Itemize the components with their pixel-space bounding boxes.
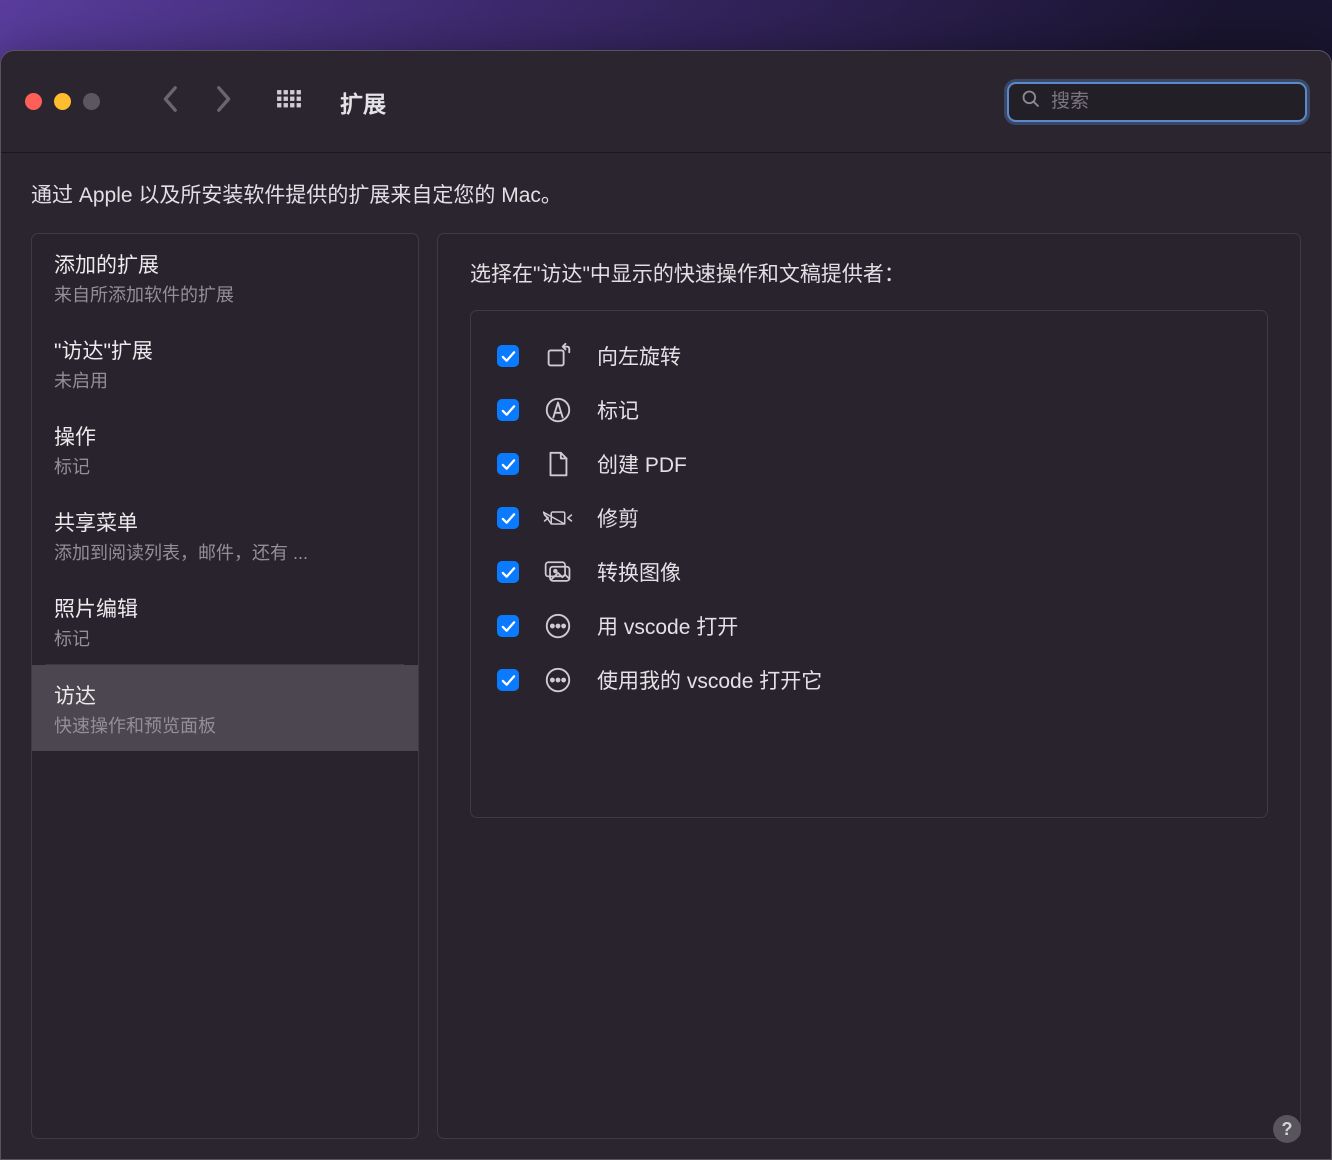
sidebar-item-title: "访达"扩展 (54, 335, 396, 365)
all-prefs-icon[interactable] (276, 89, 302, 115)
titlebar: 扩展 (1, 51, 1331, 153)
main-heading: 选择在"访达"中显示的快速操作和文稿提供者： (470, 258, 1268, 288)
checkbox[interactable] (497, 669, 519, 691)
checkbox[interactable] (497, 615, 519, 637)
help-button[interactable]: ? (1273, 1115, 1301, 1143)
checkbox[interactable] (497, 453, 519, 475)
minimize-button[interactable] (54, 93, 71, 110)
back-button[interactable] (160, 85, 182, 118)
sidebar-item-subtitle: 来自所添加软件的扩展 (54, 281, 396, 307)
sidebar-item-share-menu[interactable]: 共享菜单 添加到阅读列表，邮件，还有 ... (32, 492, 418, 578)
item-label: 标记 (597, 395, 639, 425)
sidebar-item-subtitle: 标记 (54, 625, 396, 651)
list-item: 标记 (497, 383, 1241, 437)
sidebar: 添加的扩展 来自所添加软件的扩展 "访达"扩展 未启用 操作 标记 共享菜单 添… (31, 233, 419, 1139)
list-item: 创建 PDF (497, 437, 1241, 491)
checkbox[interactable] (497, 507, 519, 529)
item-label: 创建 PDF (597, 449, 687, 479)
list-item: 向左旋转 (497, 329, 1241, 383)
window-title: 扩展 (340, 85, 386, 119)
preferences-window: 扩展 通过 Apple 以及所安装软件提供的扩展来自定您的 Mac。 添加的扩展… (0, 50, 1332, 1160)
sidebar-item-added-extensions[interactable]: 添加的扩展 来自所添加软件的扩展 (32, 234, 418, 320)
sidebar-item-subtitle: 标记 (54, 453, 396, 479)
list-item: 使用我的 vscode 打开它 (497, 653, 1241, 707)
sidebar-item-finder-extensions[interactable]: "访达"扩展 未启用 (32, 320, 418, 406)
images-icon (541, 557, 575, 587)
sidebar-item-subtitle: 快速操作和预览面板 (54, 712, 396, 738)
sidebar-item-title: 照片编辑 (54, 593, 396, 623)
list-item: 用 vscode 打开 (497, 599, 1241, 653)
forward-button[interactable] (212, 85, 234, 118)
sidebar-item-photo-editing[interactable]: 照片编辑 标记 (32, 578, 418, 664)
nav-arrows (160, 85, 234, 118)
ellipsis-circle-icon (541, 665, 575, 695)
maximize-button[interactable] (83, 93, 100, 110)
rotate-left-icon (541, 341, 575, 371)
search-input[interactable] (1051, 91, 1296, 113)
checkbox[interactable] (497, 561, 519, 583)
sidebar-item-title: 添加的扩展 (54, 249, 396, 279)
list-item: 修剪 (497, 491, 1241, 545)
sidebar-item-subtitle: 未启用 (54, 367, 396, 393)
sidebar-item-finder[interactable]: 访达 快速操作和预览面板 (32, 665, 418, 751)
sidebar-item-title: 访达 (54, 680, 396, 710)
item-label: 用 vscode 打开 (597, 611, 738, 641)
item-label: 向左旋转 (597, 341, 681, 371)
close-button[interactable] (25, 93, 42, 110)
sidebar-item-subtitle: 添加到阅读列表，邮件，还有 ... (54, 539, 396, 565)
item-label: 转换图像 (597, 557, 681, 587)
document-icon (541, 449, 575, 479)
description: 通过 Apple 以及所安装软件提供的扩展来自定您的 Mac。 (31, 179, 1301, 209)
content: 通过 Apple 以及所安装软件提供的扩展来自定您的 Mac。 添加的扩展 来自… (1, 153, 1331, 1159)
sidebar-item-title: 共享菜单 (54, 507, 396, 537)
traffic-lights (25, 93, 100, 110)
trim-icon (541, 503, 575, 533)
checkbox[interactable] (497, 399, 519, 421)
search-icon (1021, 89, 1041, 114)
sidebar-item-actions[interactable]: 操作 标记 (32, 406, 418, 492)
ellipsis-circle-icon (541, 611, 575, 641)
sidebar-item-title: 操作 (54, 421, 396, 451)
main-panel: 选择在"访达"中显示的快速操作和文稿提供者： 向左旋转 (437, 233, 1301, 1139)
checkbox[interactable] (497, 345, 519, 367)
item-label: 使用我的 vscode 打开它 (597, 665, 822, 695)
item-label: 修剪 (597, 503, 639, 533)
search-field[interactable] (1007, 82, 1307, 122)
checklist: 向左旋转 标记 (470, 310, 1268, 818)
list-item: 转换图像 (497, 545, 1241, 599)
markup-icon (541, 395, 575, 425)
